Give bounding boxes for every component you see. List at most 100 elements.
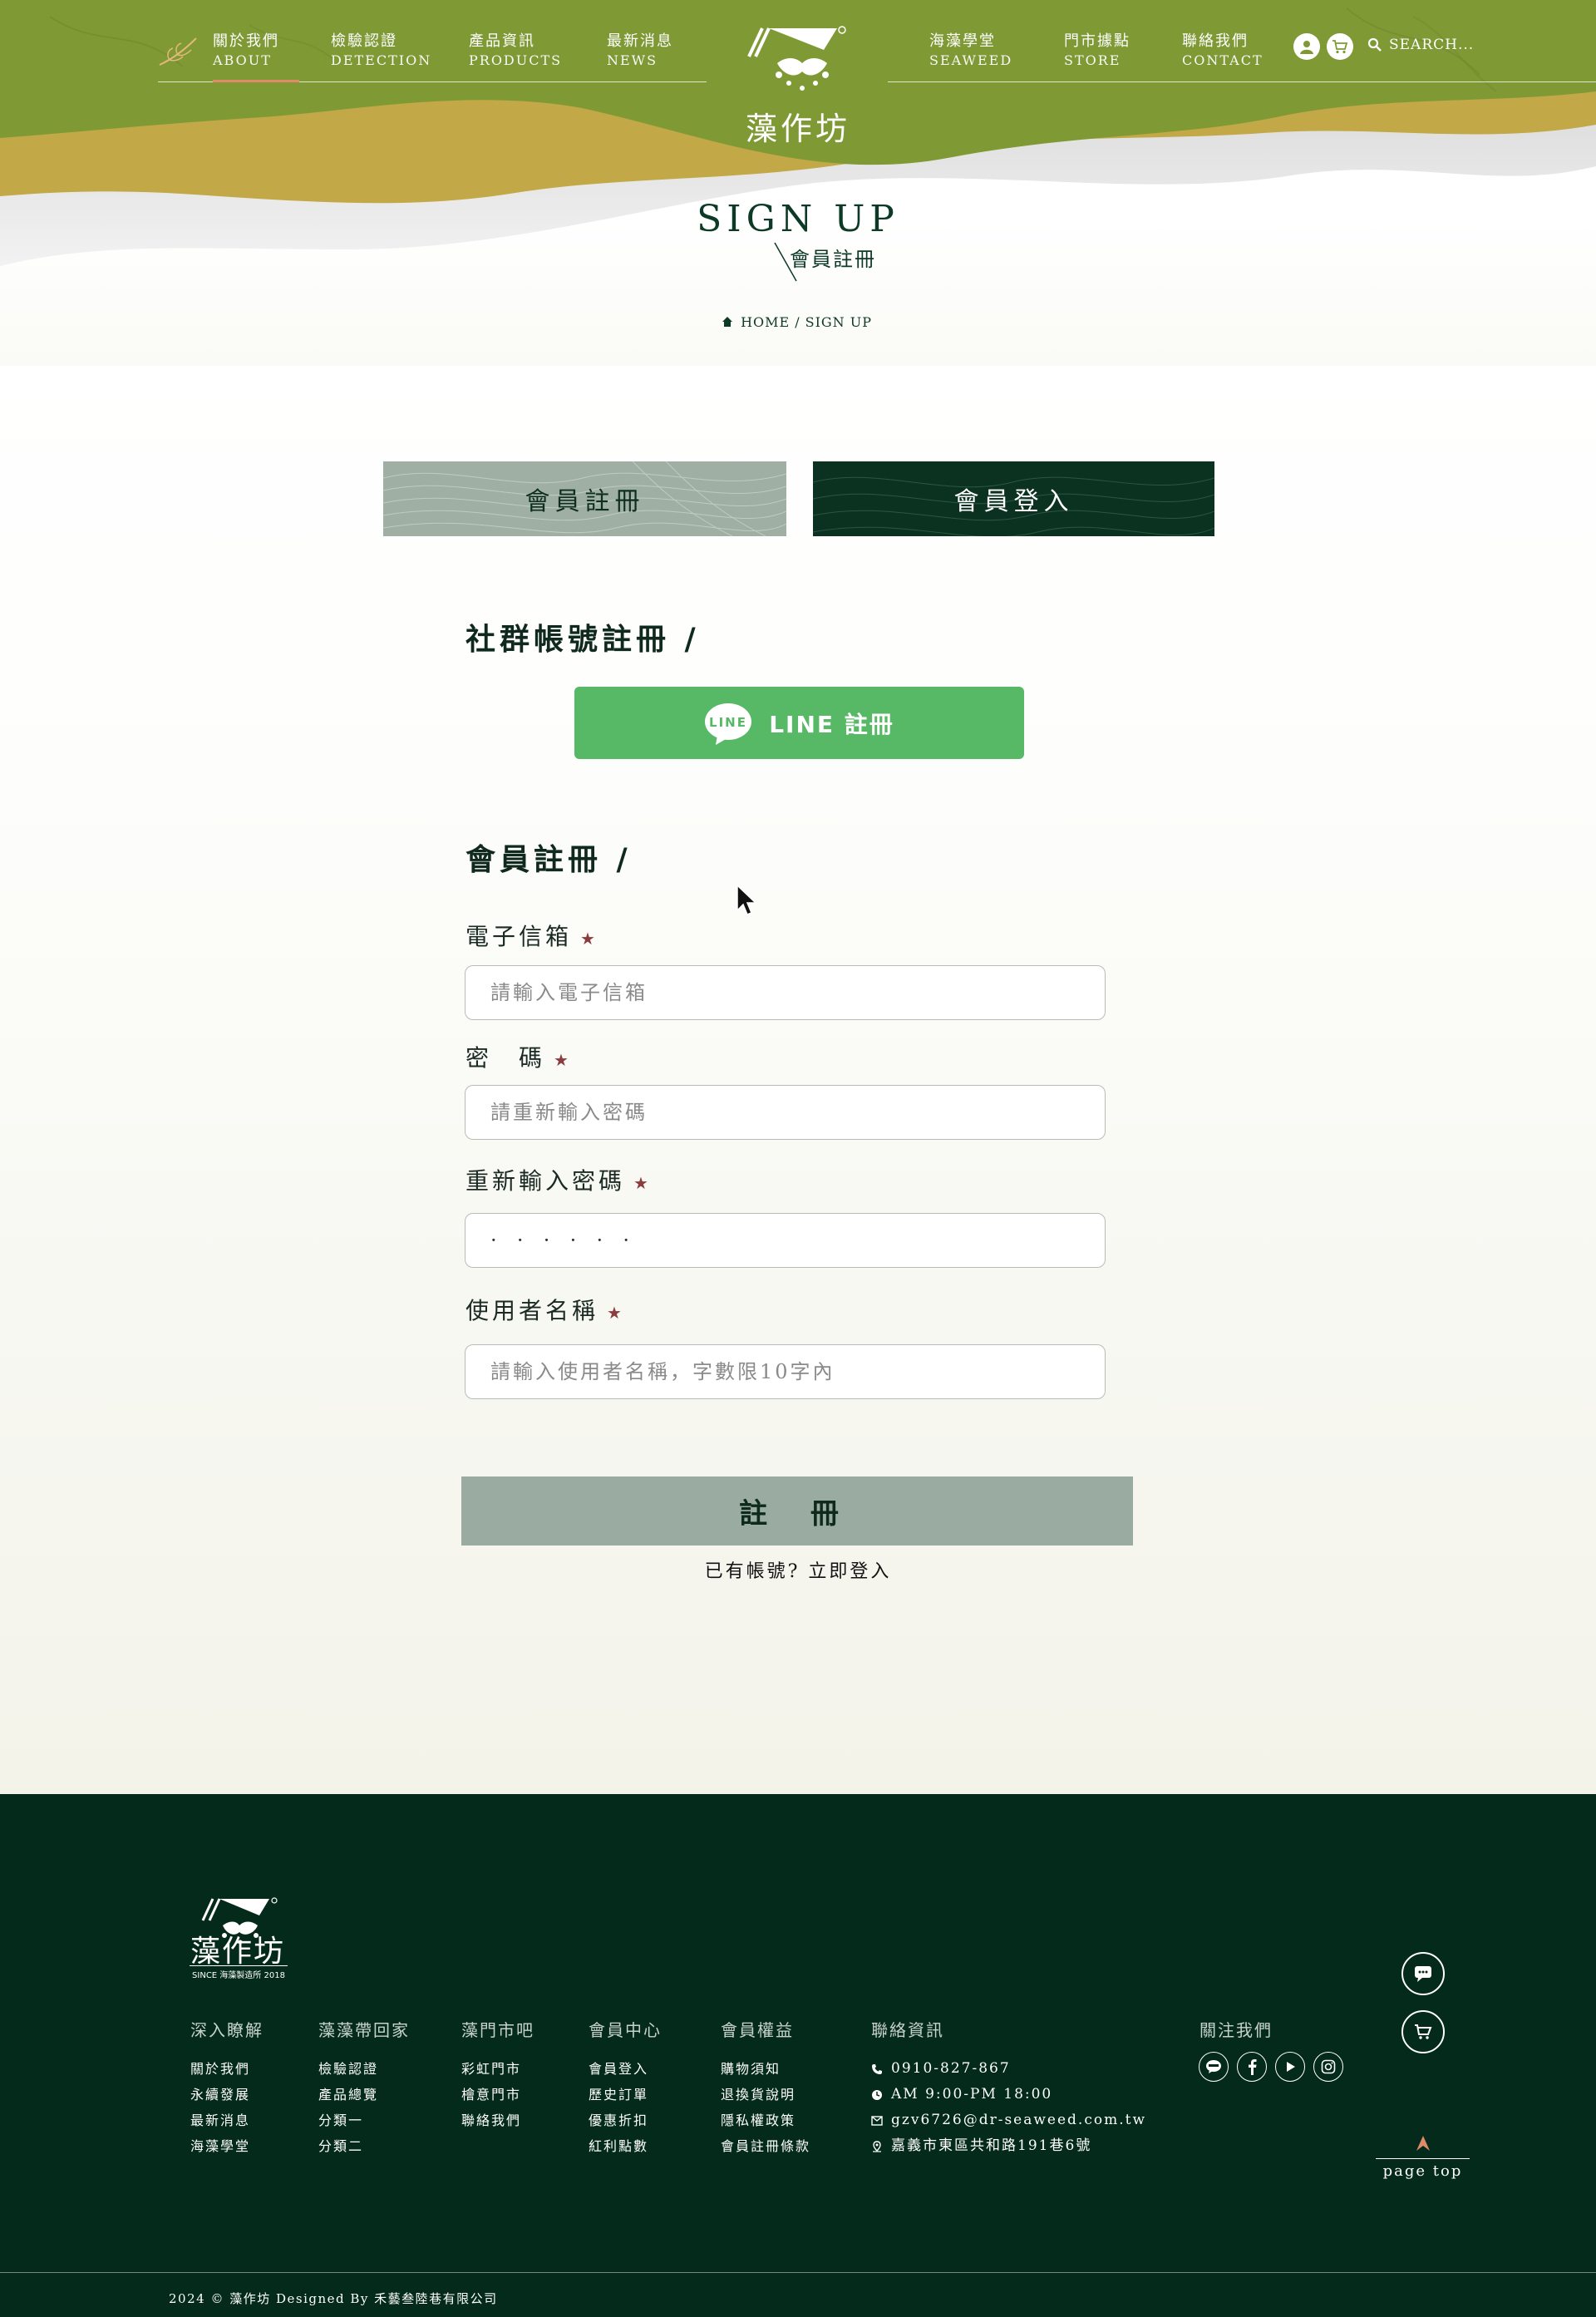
- footer-link[interactable]: 分類一: [318, 2107, 410, 2133]
- facebook-icon[interactable]: [1237, 2052, 1267, 2082]
- login-link[interactable]: 立即登入: [808, 1561, 891, 1582]
- mouse-pointer-icon: [736, 884, 757, 915]
- footer-link[interactable]: 隱私權政策: [721, 2107, 810, 2133]
- password-field[interactable]: [465, 1085, 1106, 1140]
- site-footer: 藻作坊 SINCE 海藻製造所 2018 深入瞭解 關於我們 永續發展 最新消息…: [0, 1794, 1596, 2317]
- nav-contact-zh: 聯絡我們: [1182, 32, 1249, 50]
- page-top-button[interactable]: page top: [1376, 2135, 1470, 2180]
- tab-login-label: 會員登入: [953, 487, 1074, 516]
- footer-col-products: 藻藻帶回家 檢驗認證 產品總覽 分類一 分類二: [318, 2017, 410, 2159]
- nav-divider-right: [888, 81, 1596, 82]
- chat-float-button[interactable]: [1401, 1952, 1445, 1995]
- nav-about-en: ABOUT: [213, 52, 272, 68]
- footer-link[interactable]: 產品總覽: [318, 2082, 410, 2107]
- nav-products[interactable]: 產品資訊 PRODUCTS: [469, 32, 562, 70]
- nav-detection-zh: 檢驗認證: [331, 32, 397, 50]
- cart-icon: [1415, 2024, 1432, 2039]
- footer-link[interactable]: 分類二: [318, 2133, 410, 2159]
- footer-link[interactable]: 海藻學堂: [190, 2133, 264, 2159]
- footer-link[interactable]: 檜意門市: [461, 2082, 534, 2107]
- nav-detection-en: DETECTION: [331, 52, 432, 68]
- social-links: [1199, 2052, 1343, 2082]
- breadcrumb: HOME / SIGN UP: [0, 314, 1596, 330]
- footer-link[interactable]: 彩虹門市: [461, 2056, 534, 2082]
- tab-register[interactable]: 會員註冊: [383, 461, 786, 536]
- footer-link[interactable]: 紅利點數: [589, 2133, 662, 2159]
- footer-link[interactable]: 優惠折扣: [589, 2107, 662, 2133]
- nav-store[interactable]: 門市據點 STORE: [1064, 32, 1130, 70]
- footer-link[interactable]: 歷史訂單: [589, 2082, 662, 2107]
- confirm-password-field[interactable]: [465, 1213, 1106, 1268]
- member-icon: [1300, 41, 1313, 54]
- confirm-password-label-text: 重新輸入密碼: [466, 1167, 626, 1195]
- contact-phone-text: 0910-827-867: [891, 2060, 1011, 2077]
- wheat-leaf-icon: [159, 37, 197, 66]
- footer-col-title: 會員中心: [589, 2020, 662, 2040]
- contact-address-text: 嘉義市東區共和路191巷6號: [891, 2137, 1092, 2154]
- footer-link[interactable]: 最新消息: [190, 2107, 264, 2133]
- nav-news-en: NEWS: [607, 52, 658, 68]
- nav-about-zh: 關於我們: [213, 32, 279, 50]
- nav-seaweed-zh: 海藻學堂: [929, 32, 996, 50]
- site-logo[interactable]: 藻作坊: [744, 22, 852, 147]
- cart-float-button[interactable]: [1401, 2010, 1445, 2053]
- breadcrumb-current: SIGN UP: [805, 314, 873, 330]
- line-signup-button[interactable]: LINE LINE 註冊: [574, 687, 1024, 759]
- password-label-text: 密 碼: [466, 1044, 546, 1072]
- page-top-line: [1376, 2158, 1470, 2159]
- cart-icon-button[interactable]: [1327, 33, 1353, 60]
- page-subtitle: 會員註冊: [790, 248, 876, 271]
- search-box[interactable]: SEARCH...: [1367, 37, 1474, 53]
- cart-icon: [1332, 40, 1348, 54]
- nav-seaweed[interactable]: 海藻學堂 SEAWEED: [929, 32, 1012, 70]
- footer-link[interactable]: 關於我們: [190, 2056, 264, 2082]
- contact-hours-text: AM 9:00-PM 18:00: [891, 2086, 1053, 2103]
- footer-divider: [0, 2272, 1596, 2273]
- username-field[interactable]: [465, 1344, 1106, 1399]
- page-top-label: page top: [1382, 2162, 1463, 2180]
- contact-address[interactable]: 嘉義市東區共和路191巷6號: [871, 2133, 1146, 2159]
- footer-col-title: 聯絡資訊: [871, 2020, 944, 2040]
- breadcrumb-home[interactable]: HOME: [741, 314, 790, 330]
- tab-login[interactable]: 會員登入: [813, 461, 1214, 536]
- required-star-icon: ★: [607, 1302, 625, 1323]
- arrow-up-icon: [1416, 2136, 1430, 2151]
- password-label: 密 碼 ★: [466, 1040, 572, 1073]
- line-icon[interactable]: [1199, 2052, 1229, 2082]
- footer-link[interactable]: 聯絡我們: [461, 2107, 534, 2133]
- footer-link[interactable]: 永續發展: [190, 2082, 264, 2107]
- footer-link[interactable]: 檢驗認證: [318, 2056, 410, 2082]
- footer-col-member: 會員中心 會員登入 歷史訂單 優惠折扣 紅利點數: [589, 2017, 662, 2159]
- nav-news[interactable]: 最新消息 NEWS: [607, 32, 673, 70]
- username-label-text: 使用者名稱: [466, 1297, 599, 1324]
- required-star-icon: ★: [554, 1049, 572, 1070]
- footer-link[interactable]: 會員登入: [589, 2056, 662, 2082]
- logo-seaweed-icon: [747, 26, 846, 91]
- email-field[interactable]: [465, 965, 1106, 1020]
- nav-store-zh: 門市據點: [1064, 32, 1130, 50]
- contact-email[interactable]: gzv6726@dr-seaweed.com.tw: [871, 2107, 1146, 2133]
- footer-col-about: 深入瞭解 關於我們 永續發展 最新消息 海藻學堂: [190, 2017, 264, 2159]
- footer-link[interactable]: 會員註冊條款: [721, 2133, 810, 2159]
- nav-about[interactable]: 關於我們 ABOUT: [213, 32, 299, 82]
- footer-col-title: 會員權益: [721, 2020, 794, 2040]
- footer-link[interactable]: 退換貨說明: [721, 2082, 810, 2107]
- nav-store-en: STORE: [1064, 52, 1121, 68]
- main-content: 會員註冊 會員登入 社群帳號註冊 / LINE LINE 註冊 會員註冊 / 電…: [0, 366, 1596, 1794]
- line-badge-text: LINE: [709, 715, 747, 730]
- have-account-text: 已有帳號?: [704, 1561, 800, 1582]
- logo-text: 藻作坊: [745, 111, 850, 147]
- contact-phone[interactable]: 0910-827-867: [871, 2056, 1146, 2082]
- search-placeholder: SEARCH...: [1389, 37, 1475, 53]
- member-icon-button[interactable]: [1293, 33, 1320, 60]
- footer-col-rights: 會員權益 購物須知 退換貨說明 隱私權政策 會員註冊條款: [721, 2017, 810, 2159]
- phone-icon: [872, 2063, 882, 2074]
- youtube-icon[interactable]: [1275, 2052, 1305, 2082]
- instagram-icon[interactable]: [1313, 2052, 1343, 2082]
- copyright: 2024 © 藻作坊 Designed By 禾藝叁陸巷有限公司: [169, 2291, 498, 2306]
- nav-contact-en: CONTACT: [1182, 52, 1264, 68]
- footer-link[interactable]: 購物須知: [721, 2056, 810, 2082]
- register-submit-button[interactable]: 註 冊: [461, 1476, 1133, 1545]
- nav-contact[interactable]: 聯絡我們 CONTACT: [1182, 32, 1264, 70]
- nav-detection[interactable]: 檢驗認證 DETECTION: [331, 32, 431, 70]
